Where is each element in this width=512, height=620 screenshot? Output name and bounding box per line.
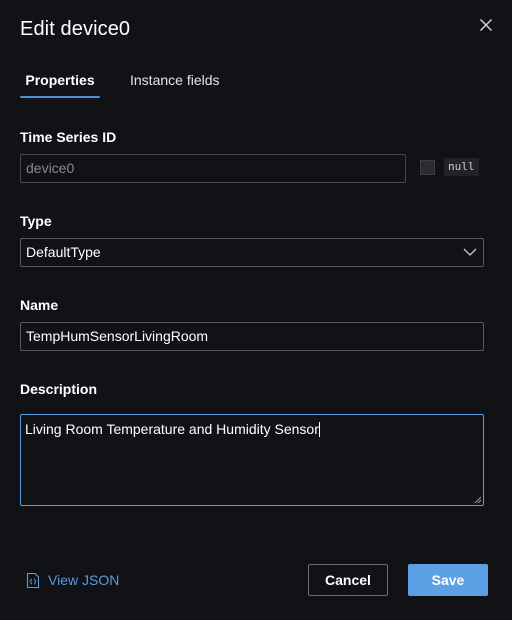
save-button[interactable]: Save (408, 564, 488, 596)
type-label: Type (20, 213, 52, 229)
tab-instance-fields[interactable]: Instance fields (130, 66, 220, 98)
name-input[interactable]: TempHumSensorLivingRoom (20, 322, 484, 351)
name-label: Name (20, 297, 59, 313)
json-file-icon (26, 572, 40, 588)
null-checkbox[interactable] (420, 160, 435, 175)
close-button[interactable] (476, 15, 496, 35)
type-select-value: DefaultType (26, 244, 101, 260)
tab-properties[interactable]: Properties (20, 66, 100, 98)
text-caret (318, 422, 320, 437)
close-icon (480, 19, 492, 31)
description-textarea[interactable]: Living Room Temperature and Humidity Sen… (20, 414, 484, 506)
edit-device-dialog: Edit device0 Properties Instance fields … (0, 0, 512, 620)
view-json-link[interactable]: View JSON (26, 570, 119, 590)
description-label: Description (20, 381, 98, 397)
cancel-button[interactable]: Cancel (308, 564, 388, 596)
time-series-id-input: device0 (20, 154, 406, 183)
view-json-label: View JSON (48, 572, 120, 588)
chevron-down-icon (463, 248, 477, 256)
resize-grip-icon[interactable] (473, 495, 482, 504)
type-select[interactable]: DefaultType (20, 238, 484, 267)
description-text: Living Room Temperature and Humidity Sen… (25, 421, 319, 437)
null-label: null (444, 158, 479, 176)
time-series-id-label: Time Series ID (20, 129, 117, 145)
dialog-title: Edit device0 (20, 18, 131, 40)
